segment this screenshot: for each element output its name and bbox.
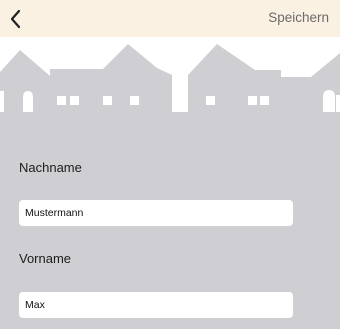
firstname-input[interactable] xyxy=(19,292,293,318)
house-skyline-illustration xyxy=(0,37,340,112)
save-button[interactable]: Speichern xyxy=(268,10,329,25)
navigation-bar: Speichern xyxy=(0,0,340,37)
form-area: Nachname Vorname xyxy=(0,37,340,329)
back-button[interactable] xyxy=(5,7,29,31)
chevron-left-icon xyxy=(10,9,21,29)
lastname-label: Nachname xyxy=(19,160,82,175)
firstname-label: Vorname xyxy=(19,251,72,266)
lastname-input[interactable] xyxy=(19,200,293,226)
